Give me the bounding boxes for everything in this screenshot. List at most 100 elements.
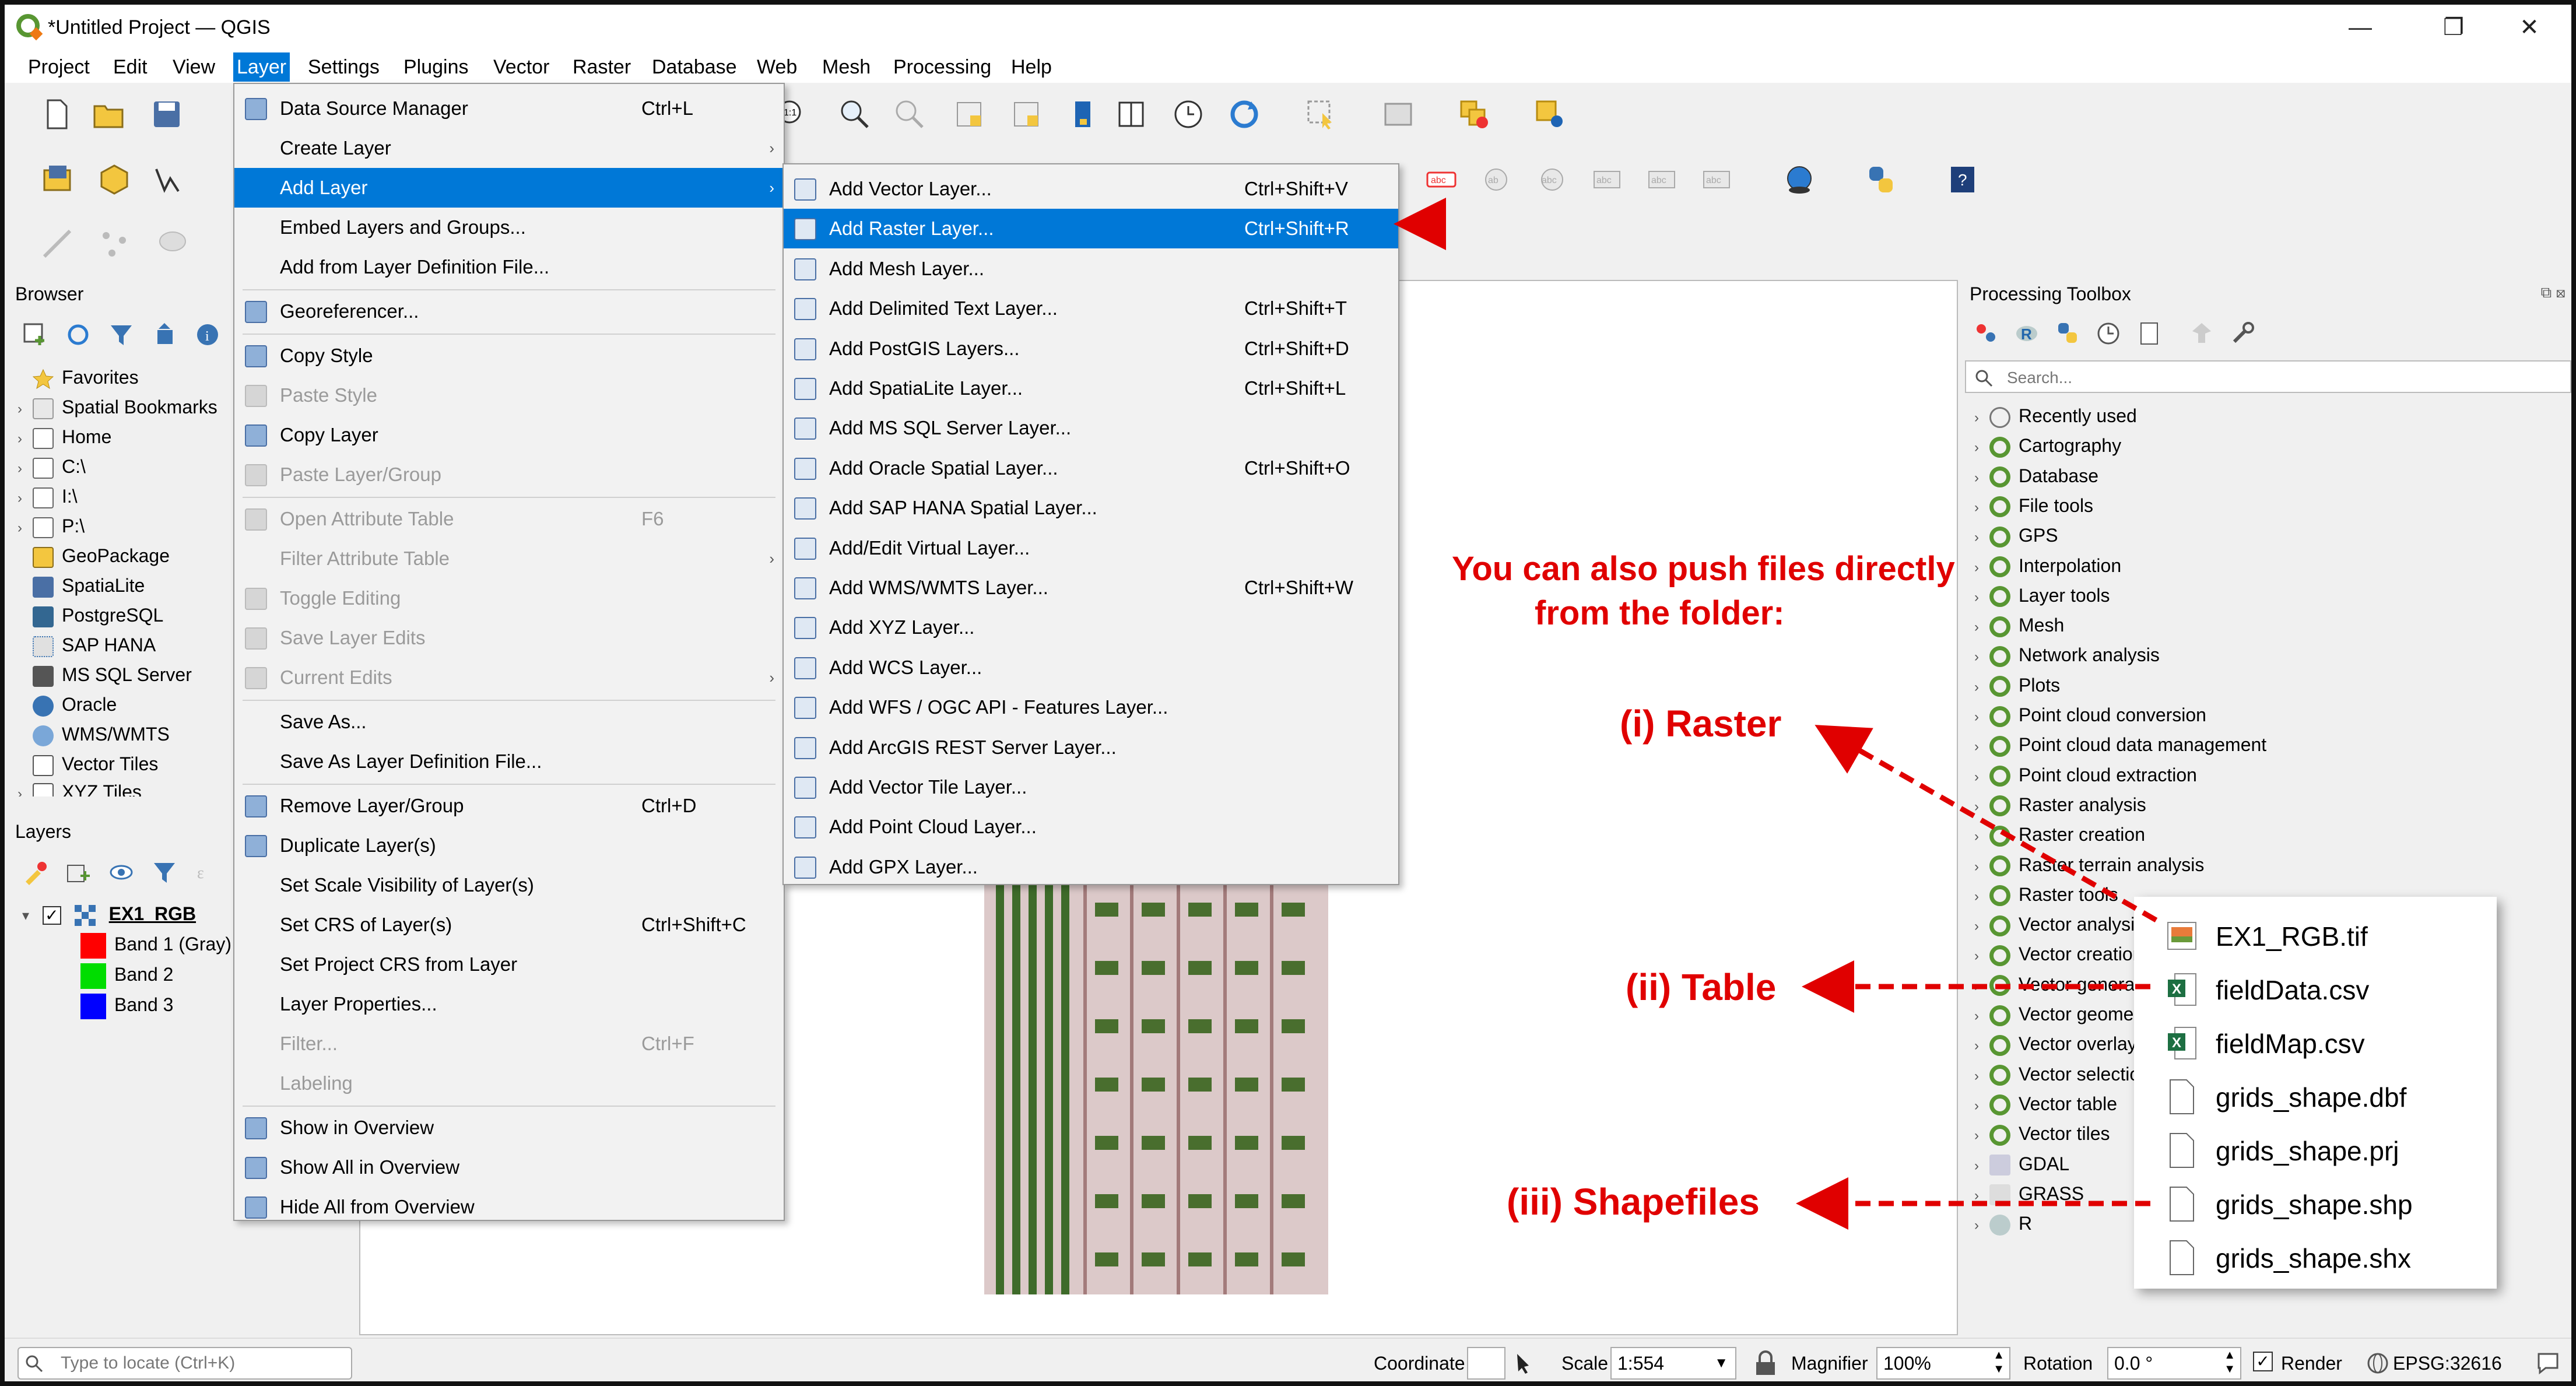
attribute-table-tb-icon[interactable] bbox=[1382, 98, 1415, 131]
add-layer-menu-item[interactable]: Add WFS / OGC API - Features Layer... bbox=[784, 687, 1398, 727]
processing-provider-item[interactable]: › R bbox=[1974, 1209, 2032, 1238]
layer-menu-item[interactable]: Copy Style bbox=[234, 336, 784, 376]
lock-scale-icon[interactable] bbox=[1754, 1350, 1777, 1376]
browser-item-favorites[interactable]: Favorites bbox=[17, 363, 139, 392]
menu-project[interactable]: Project bbox=[24, 52, 93, 82]
expand-arrow-icon[interactable]: › bbox=[1974, 1152, 1989, 1181]
processing-provider-item[interactable]: › Network analysis bbox=[1974, 640, 2160, 669]
processing-provider-item[interactable]: › Vector tiles bbox=[1974, 1119, 2110, 1148]
browser-item-home[interactable]: › Home bbox=[17, 422, 111, 451]
info-icon[interactable]: i bbox=[195, 322, 220, 348]
layer-menu-item[interactable]: Remove Layer/Group Ctrl+D bbox=[234, 786, 784, 826]
layer-menu-item[interactable]: Georeferencer... bbox=[234, 292, 784, 331]
label-change-icon[interactable]: abc bbox=[1700, 163, 1733, 196]
processing-provider-item[interactable]: › Vector general bbox=[1974, 970, 2139, 999]
add-layer-menu-item[interactable]: Add XYZ Layer... bbox=[784, 608, 1398, 647]
help-icon[interactable]: ? bbox=[1946, 163, 1979, 196]
new-geopackage-icon[interactable] bbox=[98, 163, 131, 196]
file-item[interactable]: fieldMap.csv bbox=[2216, 1017, 2365, 1071]
label-move-icon[interactable]: abc bbox=[1591, 163, 1623, 196]
layer-menu-item[interactable]: Layer Properties... bbox=[234, 984, 784, 1024]
expand-arrow-icon[interactable]: › bbox=[1974, 613, 1989, 642]
label-pin-icon[interactable]: ab bbox=[1480, 163, 1512, 196]
messages-icon[interactable] bbox=[2535, 1350, 2561, 1376]
processing-provider-item[interactable]: › Point cloud data management bbox=[1974, 730, 2266, 759]
refresh-browser-icon[interactable] bbox=[65, 322, 91, 348]
processing-provider-item[interactable]: › Plots bbox=[1974, 671, 2060, 700]
menu-vector[interactable]: Vector bbox=[490, 52, 553, 82]
minimize-button[interactable]: — bbox=[2343, 13, 2378, 42]
file-item[interactable]: grids_shape.shp bbox=[2216, 1178, 2413, 1231]
expand-arrow-icon[interactable]: › bbox=[1974, 1181, 1989, 1210]
file-item[interactable]: grids_shape.prj bbox=[2216, 1124, 2399, 1178]
mouse-coordinate-toggle-icon[interactable] bbox=[1512, 1350, 1538, 1376]
processing-search-field[interactable]: Search... bbox=[1965, 360, 2571, 393]
render-checkbox[interactable]: ✓ bbox=[2253, 1352, 2273, 1371]
expand-arrow-icon[interactable]: › bbox=[1974, 792, 1989, 822]
manage-themes-icon[interactable] bbox=[108, 859, 134, 885]
menu-layer[interactable]: Layer bbox=[233, 52, 290, 82]
menu-edit[interactable]: Edit bbox=[110, 52, 151, 82]
processing-provider-item[interactable]: › Cartography bbox=[1974, 431, 2121, 460]
processing-provider-item[interactable]: › Database bbox=[1974, 461, 2098, 490]
add-layer-menu-item[interactable]: Add Point Cloud Layer... bbox=[784, 807, 1398, 847]
browser-item-vector-tiles[interactable]: Vector Tiles bbox=[17, 749, 158, 778]
map-tips-icon[interactable] bbox=[1115, 98, 1147, 131]
style-panel-icon[interactable] bbox=[22, 859, 48, 885]
layer-menu-item[interactable]: Hide All from Overview bbox=[234, 1187, 784, 1227]
history-icon[interactable] bbox=[2096, 321, 2121, 346]
processing-provider-item[interactable]: › GPS bbox=[1974, 521, 2058, 550]
processing-provider-item[interactable]: › Point cloud conversion bbox=[1974, 700, 2206, 729]
crs-globe-icon[interactable] bbox=[2366, 1352, 2389, 1375]
expand-arrow-icon[interactable]: › bbox=[1974, 403, 1989, 433]
add-layer-menu-item[interactable]: Add SAP HANA Spatial Layer... bbox=[784, 488, 1398, 528]
browser-item-sap-hana[interactable]: SAP HANA bbox=[17, 630, 156, 659]
close-button[interactable]: ✕ bbox=[2512, 13, 2547, 42]
expand-arrow-icon[interactable]: › bbox=[1974, 433, 1989, 462]
clock-icon[interactable] bbox=[1172, 98, 1205, 131]
add-layer-menu-item[interactable]: Add WMS/WMTS Layer... Ctrl+Shift+W bbox=[784, 568, 1398, 608]
processing-provider-item[interactable]: › Raster terrain analysis bbox=[1974, 850, 2204, 879]
layer-menu-item[interactable]: Set Scale Visibility of Layer(s) bbox=[234, 865, 784, 905]
menu-raster[interactable]: Raster bbox=[569, 52, 634, 82]
layer-menu-item[interactable]: Set CRS of Layer(s) Ctrl+Shift+C bbox=[234, 905, 784, 945]
add-layer-menu-item[interactable]: Add Oracle Spatial Layer... Ctrl+Shift+O bbox=[784, 448, 1398, 488]
layer-menu-item[interactable]: Show All in Overview bbox=[234, 1148, 784, 1187]
expand-arrow-icon[interactable]: › bbox=[1974, 1031, 1989, 1061]
crs-label[interactable]: EPSG:32616 bbox=[2393, 1353, 2502, 1374]
processing-provider-item[interactable]: › Recently used bbox=[1974, 401, 2137, 430]
browser-item-postgresql[interactable]: PostgreSQL bbox=[17, 601, 163, 630]
expand-arrow-icon[interactable]: › bbox=[1974, 583, 1989, 612]
processing-provider-item[interactable]: › Vector table bbox=[1974, 1089, 2117, 1118]
menu-web[interactable]: Web bbox=[753, 52, 801, 82]
layer-menu-item[interactable]: Embed Layers and Groups... bbox=[234, 208, 784, 247]
file-item[interactable]: fieldData.csv bbox=[2216, 963, 2369, 1017]
menu-processing[interactable]: Processing bbox=[890, 52, 995, 82]
zoom-last-icon[interactable] bbox=[838, 98, 871, 131]
layer-menu-item[interactable]: Show in Overview bbox=[234, 1108, 784, 1148]
processing-provider-item[interactable]: › Point cloud extraction bbox=[1974, 760, 2197, 790]
file-item[interactable]: EX1_RGB.tif bbox=[2216, 910, 2368, 963]
new-bookmark-icon[interactable] bbox=[953, 98, 985, 131]
coordinate-field[interactable] bbox=[1467, 1347, 1505, 1380]
browser-item-mssql[interactable]: MS SQL Server bbox=[17, 660, 192, 689]
expand-arrow-icon[interactable]: › bbox=[1974, 852, 1989, 882]
label-toolbar-icon[interactable]: abc bbox=[1425, 163, 1458, 196]
browser-item-i-drive[interactable]: › I:\ bbox=[17, 482, 78, 511]
processing-provider-item[interactable]: › GDAL bbox=[1974, 1149, 2069, 1178]
add-layer-menu-item[interactable]: Add/Edit Virtual Layer... bbox=[784, 528, 1398, 568]
expand-arrow-icon[interactable]: › bbox=[1974, 882, 1989, 911]
processing-provider-item[interactable]: › Vector analysis bbox=[1974, 910, 2144, 939]
processing-provider-item[interactable]: › Vector geometry bbox=[1974, 999, 2154, 1029]
annotation-icon[interactable] bbox=[156, 227, 189, 260]
add-layer-menu-item[interactable]: Add Raster Layer... Ctrl+Shift+R bbox=[784, 209, 1398, 249]
processing-provider-item[interactable]: › Raster tools bbox=[1974, 880, 2118, 909]
layer-visibility-checkbox[interactable]: ✓ bbox=[42, 906, 61, 925]
expand-arrow-icon[interactable]: › bbox=[1974, 1121, 1989, 1150]
expand-arrow-icon[interactable]: › bbox=[1974, 493, 1989, 522]
temporal-controller-icon[interactable] bbox=[1067, 98, 1100, 131]
expand-arrow-icon[interactable]: › bbox=[1974, 643, 1989, 672]
add-layer-menu-item[interactable]: Add PostGIS Layers... Ctrl+Shift+D bbox=[784, 329, 1398, 369]
menu-database[interactable]: Database bbox=[648, 52, 740, 82]
label-rotate-icon[interactable]: abc bbox=[1645, 163, 1678, 196]
